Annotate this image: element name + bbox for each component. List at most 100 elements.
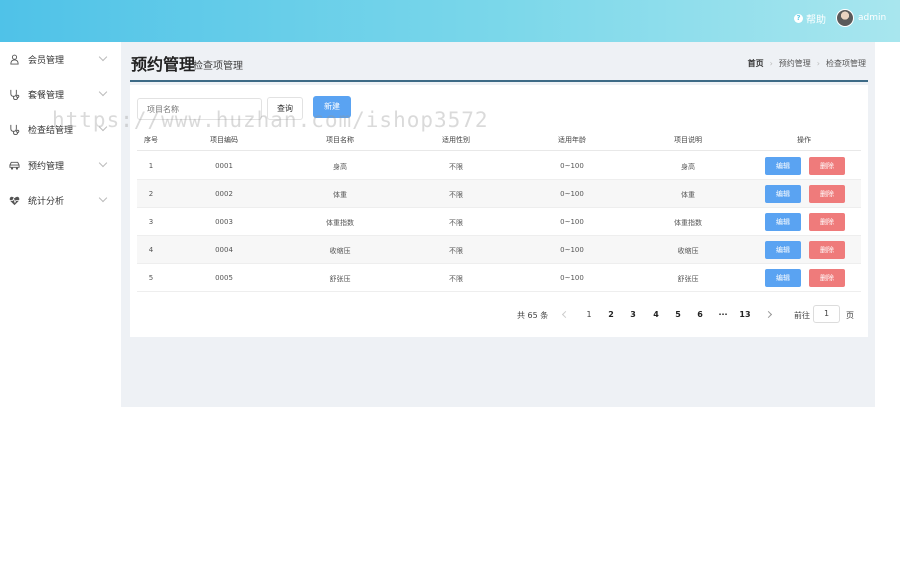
column-header: 项目名称: [326, 136, 354, 144]
cell-index: 1: [148, 162, 154, 170]
pagination-total: 共 65 条: [517, 311, 549, 320]
cell-sex: 不限: [449, 219, 463, 227]
table-header: 序号 项目编码 项目名称 适用性别 适用年龄 项目说明 操作: [137, 129, 861, 151]
chevron-down-icon: [98, 193, 108, 203]
page-number[interactable]: 1: [586, 310, 591, 319]
delete-button[interactable]: 删除: [809, 185, 845, 203]
column-header: 适用年龄: [558, 136, 586, 144]
question-circle-icon: ?: [794, 14, 803, 23]
breadcrumb: 首页 › 预约管理 › 检查项管理: [748, 58, 866, 69]
chevron-down-icon: [98, 52, 108, 62]
sidebar-item-label: 会员管理: [28, 55, 65, 66]
cell-code: 0002: [215, 190, 233, 198]
help-link[interactable]: ? 帮助: [794, 11, 826, 26]
sidebar-item-package[interactable]: 套餐管理: [0, 84, 121, 104]
main-content: 预约管理 检查项管理 首页 › 预约管理 › 检查项管理 查询 新建 序号 项目…: [121, 42, 875, 407]
edit-button[interactable]: 编辑: [765, 213, 801, 231]
column-header: 操作: [797, 136, 811, 144]
cell-age: 0~100: [560, 218, 584, 226]
delete-button[interactable]: 删除: [809, 269, 845, 287]
chevron-right-icon[interactable]: [764, 310, 773, 319]
table-row: 5 0005 舒张压 不限 0~100 舒张压 编辑 删除: [137, 264, 861, 292]
cell-age: 0~100: [560, 274, 584, 282]
table-row: 4 0004 收缩压 不限 0~100 收缩压 编辑 删除: [137, 236, 861, 264]
cell-index: 4: [148, 246, 154, 254]
table-row: 2 0002 体重 不限 0~100 体重 编辑 删除: [137, 180, 861, 208]
cell-remark: 收缩压: [677, 247, 699, 255]
delete-button[interactable]: 删除: [809, 157, 845, 175]
username[interactable]: admin: [858, 13, 886, 23]
cell-sex: 不限: [449, 191, 463, 199]
column-header: 序号: [144, 136, 158, 144]
edit-button[interactable]: 编辑: [765, 185, 801, 203]
cell-remark: 舒张压: [677, 275, 699, 283]
page-ellipsis[interactable]: ···: [718, 310, 727, 319]
cell-name: 收缩压: [329, 247, 351, 255]
page-number[interactable]: 2: [608, 310, 614, 319]
cell-remark: 体重: [681, 191, 695, 199]
cell-age: 0~100: [560, 190, 584, 198]
table-row: 1 0001 身高 不限 0~100 身高 编辑 删除: [137, 152, 861, 180]
cell-age: 0~100: [560, 162, 584, 170]
cell-index: 5: [148, 274, 154, 282]
page-number[interactable]: 13: [739, 310, 750, 319]
stethoscope-icon: [10, 89, 20, 100]
stethoscope-icon: [10, 124, 20, 135]
heart-pulse-icon: [9, 196, 20, 205]
cell-code: 0001: [215, 162, 233, 170]
breadcrumb-current: 检查项管理: [826, 59, 866, 68]
cell-name: 身高: [333, 163, 347, 171]
sidebar-item-statistics[interactable]: 统计分析: [0, 190, 121, 210]
title-divider: [130, 80, 868, 82]
page-subtitle: 检查项管理: [193, 61, 243, 72]
sidebar-item-label: 统计分析: [28, 196, 65, 207]
column-header: 项目说明: [674, 136, 702, 144]
column-header: 适用性别: [442, 136, 470, 144]
cell-age: 0~100: [560, 246, 584, 254]
page-unit-label: 页: [846, 311, 854, 320]
goto-label: 前往: [794, 311, 810, 320]
cell-name: 舒张压: [329, 275, 351, 283]
column-header: 项目编码: [210, 136, 238, 144]
sidebar-item-label: 套餐管理: [28, 90, 65, 101]
table-row: 3 0003 体重指数 不限 0~100 体重指数 编辑 删除: [137, 208, 861, 236]
user-icon: [10, 54, 19, 65]
cell-name: 体重: [333, 191, 347, 199]
sidebar-item-label: 预约管理: [28, 161, 65, 172]
cell-remark: 身高: [681, 163, 695, 171]
cell-index: 2: [148, 190, 154, 198]
cell-index: 3: [148, 218, 154, 226]
chevron-down-icon: [98, 158, 108, 168]
page-number[interactable]: 6: [697, 310, 703, 319]
cell-code: 0005: [215, 274, 233, 282]
cell-sex: 不限: [449, 163, 463, 171]
edit-button[interactable]: 编辑: [765, 269, 801, 287]
edit-button[interactable]: 编辑: [765, 241, 801, 259]
goto-page-input[interactable]: 1: [813, 305, 840, 323]
page-number[interactable]: 4: [653, 310, 659, 319]
cell-code: 0004: [215, 246, 233, 254]
sidebar-item-member[interactable]: 会员管理: [0, 49, 121, 69]
delete-button[interactable]: 删除: [809, 241, 845, 259]
avatar[interactable]: [836, 9, 854, 27]
sidebar-item-order[interactable]: 预约管理: [0, 155, 121, 175]
breadcrumb-home[interactable]: 首页: [748, 58, 764, 69]
chevron-left-icon[interactable]: [561, 310, 570, 319]
cell-code: 0003: [215, 218, 233, 226]
edit-button[interactable]: 编辑: [765, 157, 801, 175]
page-number[interactable]: 5: [675, 310, 681, 319]
cell-remark: 体重指数: [674, 219, 702, 227]
breadcrumb-separator: ›: [816, 59, 820, 68]
delete-button[interactable]: 删除: [809, 213, 845, 231]
top-header: ? 帮助 admin: [0, 0, 900, 42]
breadcrumb-item[interactable]: 预约管理: [779, 58, 811, 69]
help-label: 帮助: [806, 15, 826, 26]
page-number[interactable]: 3: [630, 310, 636, 319]
cell-name: 体重指数: [326, 219, 354, 227]
cell-sex: 不限: [449, 275, 463, 283]
page-title: 预约管理: [131, 55, 196, 74]
watermark: https://www.huzhan.com/ishop3572: [52, 108, 489, 132]
car-icon: [9, 161, 20, 170]
cell-sex: 不限: [449, 247, 463, 255]
pagination: 共 65 条 1 2 3 4 5 6 ··· 13 前往 1 页: [130, 305, 868, 323]
